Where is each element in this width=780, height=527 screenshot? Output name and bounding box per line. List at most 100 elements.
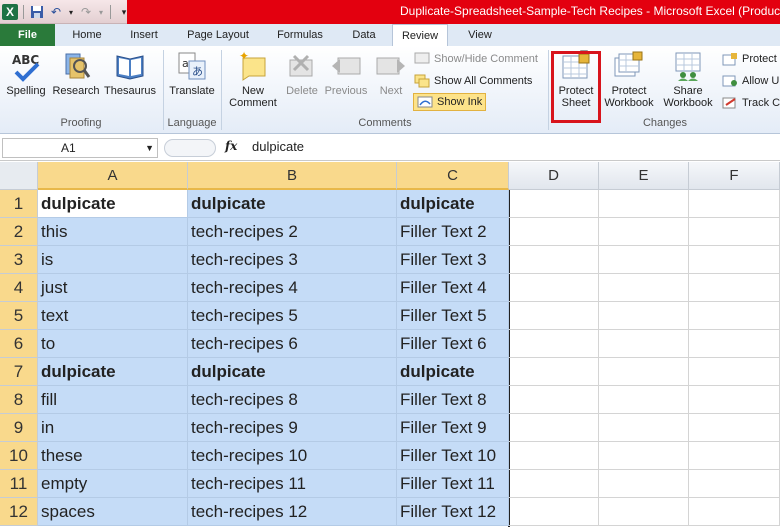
row-header[interactable]: 1 bbox=[0, 190, 38, 218]
show-all-comments-button[interactable]: Show All Comments bbox=[414, 74, 532, 88]
excel-icon[interactable]: X bbox=[2, 4, 18, 20]
formula-bar-divider[interactable] bbox=[164, 139, 216, 157]
tab-formulas[interactable]: Formulas bbox=[266, 24, 334, 46]
cell-a8[interactable]: fill bbox=[38, 386, 188, 414]
row-header[interactable]: 8 bbox=[0, 386, 38, 414]
cell-b3[interactable]: tech-recipes 3 bbox=[188, 246, 397, 274]
row-header[interactable]: 6 bbox=[0, 330, 38, 358]
cell-d7[interactable] bbox=[509, 358, 599, 386]
show-hide-comment-button[interactable]: Show/Hide Comment bbox=[414, 52, 538, 66]
cell-f11[interactable] bbox=[689, 470, 780, 498]
cell-c2[interactable]: Filler Text 2 bbox=[397, 218, 509, 246]
row-header[interactable]: 9 bbox=[0, 414, 38, 442]
share-workbook-button[interactable]: Share Workbook bbox=[658, 50, 718, 109]
tab-file[interactable]: File bbox=[0, 24, 55, 46]
cell-d5[interactable] bbox=[509, 302, 599, 330]
cell-a7[interactable]: dulpicate bbox=[38, 358, 188, 386]
cell-a4[interactable]: just bbox=[38, 274, 188, 302]
cell-a9[interactable]: in bbox=[38, 414, 188, 442]
column-header-f[interactable]: F bbox=[689, 162, 780, 190]
allow-users-button[interactable]: Allow U bbox=[722, 74, 779, 88]
insert-function-icon[interactable]: fx bbox=[225, 139, 237, 153]
cell-e1[interactable] bbox=[599, 190, 689, 218]
column-header-c[interactable]: C bbox=[397, 162, 509, 190]
tab-insert[interactable]: Insert bbox=[118, 24, 170, 46]
row-header[interactable]: 11 bbox=[0, 470, 38, 498]
cell-a5[interactable]: text bbox=[38, 302, 188, 330]
cell-d4[interactable] bbox=[509, 274, 599, 302]
row-header[interactable]: 2 bbox=[0, 218, 38, 246]
cell-f3[interactable] bbox=[689, 246, 780, 274]
research-button[interactable]: Research bbox=[50, 50, 102, 97]
column-header-d[interactable]: D bbox=[509, 162, 599, 190]
cell-b6[interactable]: tech-recipes 6 bbox=[188, 330, 397, 358]
cell-e6[interactable] bbox=[599, 330, 689, 358]
cell-f9[interactable] bbox=[689, 414, 780, 442]
cell-c11[interactable]: Filler Text 11 bbox=[397, 470, 509, 498]
cell-c7[interactable]: dulpicate bbox=[397, 358, 509, 386]
cell-b7[interactable]: dulpicate bbox=[188, 358, 397, 386]
delete-comment-button[interactable]: Delete bbox=[282, 50, 322, 97]
cell-c10[interactable]: Filler Text 10 bbox=[397, 442, 509, 470]
tab-view[interactable]: View bbox=[456, 24, 504, 46]
cell-c1[interactable]: dulpicate bbox=[397, 190, 509, 218]
cell-e5[interactable] bbox=[599, 302, 689, 330]
cell-d2[interactable] bbox=[509, 218, 599, 246]
cell-d3[interactable] bbox=[509, 246, 599, 274]
row-header[interactable]: 4 bbox=[0, 274, 38, 302]
row-header[interactable]: 7 bbox=[0, 358, 38, 386]
cell-f10[interactable] bbox=[689, 442, 780, 470]
spelling-button[interactable]: ABC Spelling bbox=[2, 50, 50, 97]
track-changes-button[interactable]: Track Ch bbox=[722, 96, 780, 110]
cell-f6[interactable] bbox=[689, 330, 780, 358]
protect-and-share-button[interactable]: Protect bbox=[722, 52, 777, 66]
cell-f12[interactable] bbox=[689, 498, 780, 526]
cell-b4[interactable]: tech-recipes 4 bbox=[188, 274, 397, 302]
cell-b9[interactable]: tech-recipes 9 bbox=[188, 414, 397, 442]
cell-d8[interactable] bbox=[509, 386, 599, 414]
tab-data[interactable]: Data bbox=[342, 24, 386, 46]
cell-b2[interactable]: tech-recipes 2 bbox=[188, 218, 397, 246]
cell-c6[interactable]: Filler Text 6 bbox=[397, 330, 509, 358]
dropdown-icon[interactable]: ▾ bbox=[97, 4, 105, 20]
cell-c9[interactable]: Filler Text 9 bbox=[397, 414, 509, 442]
cell-b12[interactable]: tech-recipes 12 bbox=[188, 498, 397, 526]
row-header[interactable]: 10 bbox=[0, 442, 38, 470]
cell-c4[interactable]: Filler Text 4 bbox=[397, 274, 509, 302]
name-box[interactable]: A1 ▼ bbox=[2, 138, 158, 158]
cell-a10[interactable]: these bbox=[38, 442, 188, 470]
cell-b8[interactable]: tech-recipes 8 bbox=[188, 386, 397, 414]
redo-icon[interactable]: ↷ bbox=[78, 4, 94, 20]
column-header-b[interactable]: B bbox=[188, 162, 397, 190]
cell-c3[interactable]: Filler Text 3 bbox=[397, 246, 509, 274]
cell-e2[interactable] bbox=[599, 218, 689, 246]
column-header-e[interactable]: E bbox=[599, 162, 689, 190]
cell-d1[interactable] bbox=[509, 190, 599, 218]
cell-c5[interactable]: Filler Text 5 bbox=[397, 302, 509, 330]
undo-icon[interactable]: ↶ bbox=[48, 4, 64, 20]
cell-e3[interactable] bbox=[599, 246, 689, 274]
thesaurus-button[interactable]: Thesaurus bbox=[102, 50, 158, 97]
dropdown-icon[interactable]: ▾ bbox=[67, 4, 75, 20]
show-ink-button[interactable]: Show Ink bbox=[413, 93, 487, 111]
cell-c8[interactable]: Filler Text 8 bbox=[397, 386, 509, 414]
cell-b11[interactable]: tech-recipes 11 bbox=[188, 470, 397, 498]
cell-f2[interactable] bbox=[689, 218, 780, 246]
cell-f1[interactable] bbox=[689, 190, 780, 218]
cell-d11[interactable] bbox=[509, 470, 599, 498]
translate-button[interactable]: aあ Translate bbox=[166, 50, 218, 97]
cell-f4[interactable] bbox=[689, 274, 780, 302]
tab-review[interactable]: Review bbox=[392, 24, 448, 47]
cell-d6[interactable] bbox=[509, 330, 599, 358]
cell-b5[interactable]: tech-recipes 5 bbox=[188, 302, 397, 330]
cell-b1[interactable]: dulpicate bbox=[188, 190, 397, 218]
cell-b10[interactable]: tech-recipes 10 bbox=[188, 442, 397, 470]
row-header[interactable]: 12 bbox=[0, 498, 38, 526]
cell-f8[interactable] bbox=[689, 386, 780, 414]
cell-a2[interactable]: this bbox=[38, 218, 188, 246]
cell-a3[interactable]: is bbox=[38, 246, 188, 274]
cell-a12[interactable]: spaces bbox=[38, 498, 188, 526]
cell-a1[interactable]: dulpicate bbox=[38, 190, 188, 218]
save-icon[interactable] bbox=[29, 4, 45, 20]
cell-e12[interactable] bbox=[599, 498, 689, 526]
